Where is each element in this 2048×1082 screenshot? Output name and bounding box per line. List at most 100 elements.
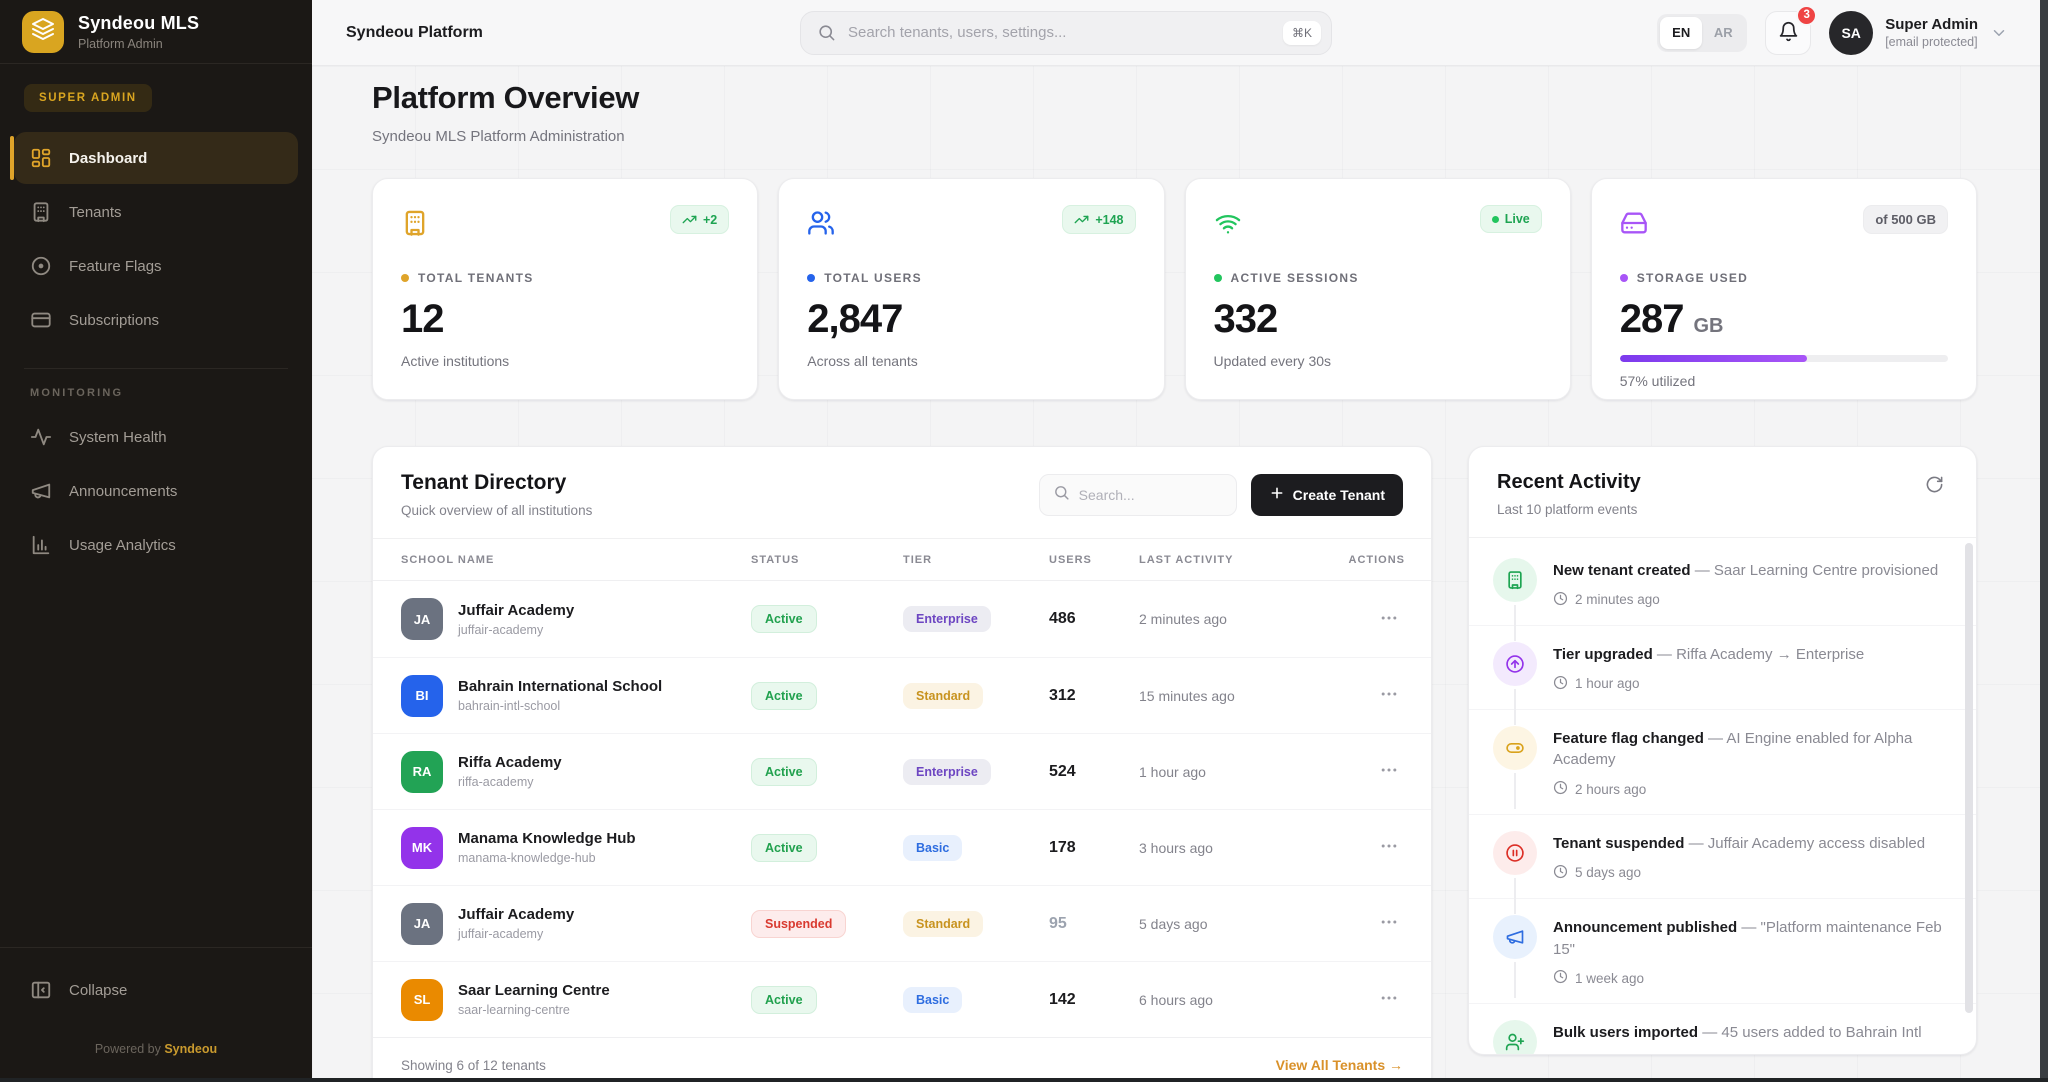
row-actions-button[interactable]: [1373, 602, 1405, 637]
activity-time: 5 days ago: [1575, 865, 1641, 880]
col-school-name: SCHOOL NAME: [401, 554, 751, 566]
tenant-name: Bahrain International School: [458, 678, 662, 695]
recent-activity-panel: Recent Activity Last 10 platform events …: [1468, 446, 1977, 1055]
tenant-users-count: 524: [1049, 763, 1139, 781]
users-icon: [807, 209, 835, 237]
activity-title: Tenant suspended: [1553, 835, 1684, 852]
activity-time: 1 week ago: [1575, 1055, 1644, 1056]
global-search-input[interactable]: [848, 24, 1271, 41]
tenant-name: Riffa Academy: [458, 754, 562, 771]
trending-up-icon: [682, 212, 697, 227]
tenant-search[interactable]: [1039, 474, 1237, 516]
sidebar: Syndeou MLS Platform Admin SUPER ADMIN D…: [0, 0, 312, 1082]
activity-title: Feature flag changed: [1553, 730, 1704, 747]
stat-subtext: 57% utilized: [1620, 373, 1948, 389]
col-last-activity: LAST ACTIVITY: [1139, 554, 1345, 566]
tier-badge: Basic: [903, 835, 962, 861]
app-subtitle: Platform Admin: [78, 37, 199, 51]
sidebar-item-announcements[interactable]: Announcements: [14, 465, 298, 517]
col-tier: TIER: [903, 554, 1049, 566]
stat-label: TOTAL USERS: [824, 271, 922, 285]
credit-card-icon: [30, 309, 52, 331]
search-shortcut: ⌘K: [1283, 21, 1321, 45]
window-scrollbar[interactable]: [2040, 0, 2048, 1082]
tenant-row[interactable]: BI Bahrain International School bahrain-…: [373, 657, 1431, 733]
storage-progress: [1620, 355, 1948, 362]
activity-description: — Riffa Academy → Enterprise: [1657, 646, 1864, 663]
global-search[interactable]: ⌘K: [800, 11, 1332, 55]
powered-brand: Syndeou: [164, 1042, 217, 1056]
tenant-search-input[interactable]: [1079, 487, 1223, 503]
stat-dot: [807, 274, 815, 282]
activity-item: New tenant created — Saar Learning Centr…: [1469, 542, 1976, 625]
notifications-button[interactable]: 3: [1765, 11, 1811, 55]
stat-dot: [1620, 274, 1628, 282]
tier-badge: Basic: [903, 987, 962, 1013]
activity-time: 1 hour ago: [1575, 676, 1640, 691]
row-actions-button[interactable]: [1373, 754, 1405, 789]
tenant-users-count: 312: [1049, 687, 1139, 705]
tenant-directory-title: Tenant Directory: [401, 471, 592, 495]
flag-toggle-icon: [30, 255, 52, 277]
tenant-row[interactable]: JA Juffair Academy juffair-academy Suspe…: [373, 885, 1431, 961]
pulse-icon: [30, 426, 52, 448]
row-actions-button[interactable]: [1373, 830, 1405, 865]
tenant-slug: juffair-academy: [458, 623, 574, 637]
view-all-tenants-link[interactable]: View All Tenants →: [1276, 1057, 1403, 1073]
sidebar-item-system-health[interactable]: System Health: [14, 411, 298, 463]
row-actions-button[interactable]: [1373, 982, 1405, 1017]
activity-description: — 45 users added to Bahrain Intl: [1702, 1024, 1921, 1041]
lang-en-button[interactable]: EN: [1660, 17, 1702, 49]
row-actions-button[interactable]: [1373, 906, 1405, 941]
create-tenant-button[interactable]: Create Tenant: [1251, 474, 1403, 516]
tenant-avatar: RA: [401, 751, 443, 793]
col-actions: ACTIONS: [1345, 554, 1405, 566]
lang-ar-button[interactable]: AR: [1702, 17, 1744, 49]
stat-unit: GB: [1694, 315, 1724, 338]
sidebar-item-subscriptions[interactable]: Subscriptions: [14, 294, 298, 346]
sidebar-item-tenants[interactable]: Tenants: [14, 186, 298, 238]
panel-collapse-icon: [30, 979, 52, 1001]
refresh-button[interactable]: [1921, 471, 1948, 501]
tenant-row[interactable]: SL Saar Learning Centre saar-learning-ce…: [373, 961, 1431, 1037]
sidebar-footer: Collapse Powered by Syndeou: [0, 947, 312, 1082]
topbar-title: Syndeou Platform: [346, 24, 483, 42]
app-logo: [22, 11, 64, 53]
building-icon: [401, 209, 429, 237]
tenant-row[interactable]: JA Juffair Academy juffair-academy Activ…: [373, 581, 1431, 657]
collapse-label: Collapse: [69, 982, 127, 999]
sidebar-divider: [24, 368, 288, 369]
sidebar-item-usage-analytics[interactable]: Usage Analytics: [14, 519, 298, 571]
clock-icon: [1553, 864, 1568, 882]
sidebar-item-feature-flags[interactable]: Feature Flags: [14, 240, 298, 292]
row-actions-button[interactable]: [1373, 678, 1405, 713]
tier-badge: Enterprise: [903, 759, 991, 785]
collapse-sidebar-button[interactable]: Collapse: [14, 964, 298, 1016]
tenant-slug: saar-learning-centre: [458, 1003, 610, 1017]
tier-badge: Standard: [903, 911, 983, 937]
stat-label: STORAGE USED: [1637, 271, 1748, 285]
activity-list: New tenant created — Saar Learning Centr…: [1469, 538, 1976, 1055]
wifi-icon: [1214, 209, 1242, 237]
activity-title: Tier upgraded: [1553, 646, 1653, 663]
pause-circle-icon: [1493, 831, 1537, 875]
col-status: STATUS: [751, 554, 903, 566]
user-menu[interactable]: SA Super Admin [email protected]: [1829, 11, 2008, 55]
stat-badge: Live: [1480, 205, 1542, 233]
user-plus-icon: [1493, 1020, 1537, 1055]
search-icon: [817, 23, 836, 42]
tenant-row[interactable]: MK Manama Knowledge Hub manama-knowledge…: [373, 809, 1431, 885]
plus-icon: [1269, 485, 1285, 504]
tenant-last-activity: 5 days ago: [1139, 916, 1345, 932]
role-badge: SUPER ADMIN: [24, 84, 152, 112]
stat-subtext: Across all tenants: [807, 353, 1135, 369]
sidebar-item-dashboard[interactable]: Dashboard: [14, 132, 298, 184]
activity-scrollbar-thumb[interactable]: [1965, 543, 1973, 1013]
stat-dot: [1214, 274, 1222, 282]
activity-item: Bulk users imported — 45 users added to …: [1469, 1003, 1976, 1055]
status-badge: Active: [751, 682, 817, 710]
tenant-directory-panel: Tenant Directory Quick overview of all i…: [372, 446, 1432, 1082]
trending-up-icon: [1074, 212, 1089, 227]
tenant-row[interactable]: RA Riffa Academy riffa-academy Active En…: [373, 733, 1431, 809]
activity-time: 2 hours ago: [1575, 782, 1646, 797]
